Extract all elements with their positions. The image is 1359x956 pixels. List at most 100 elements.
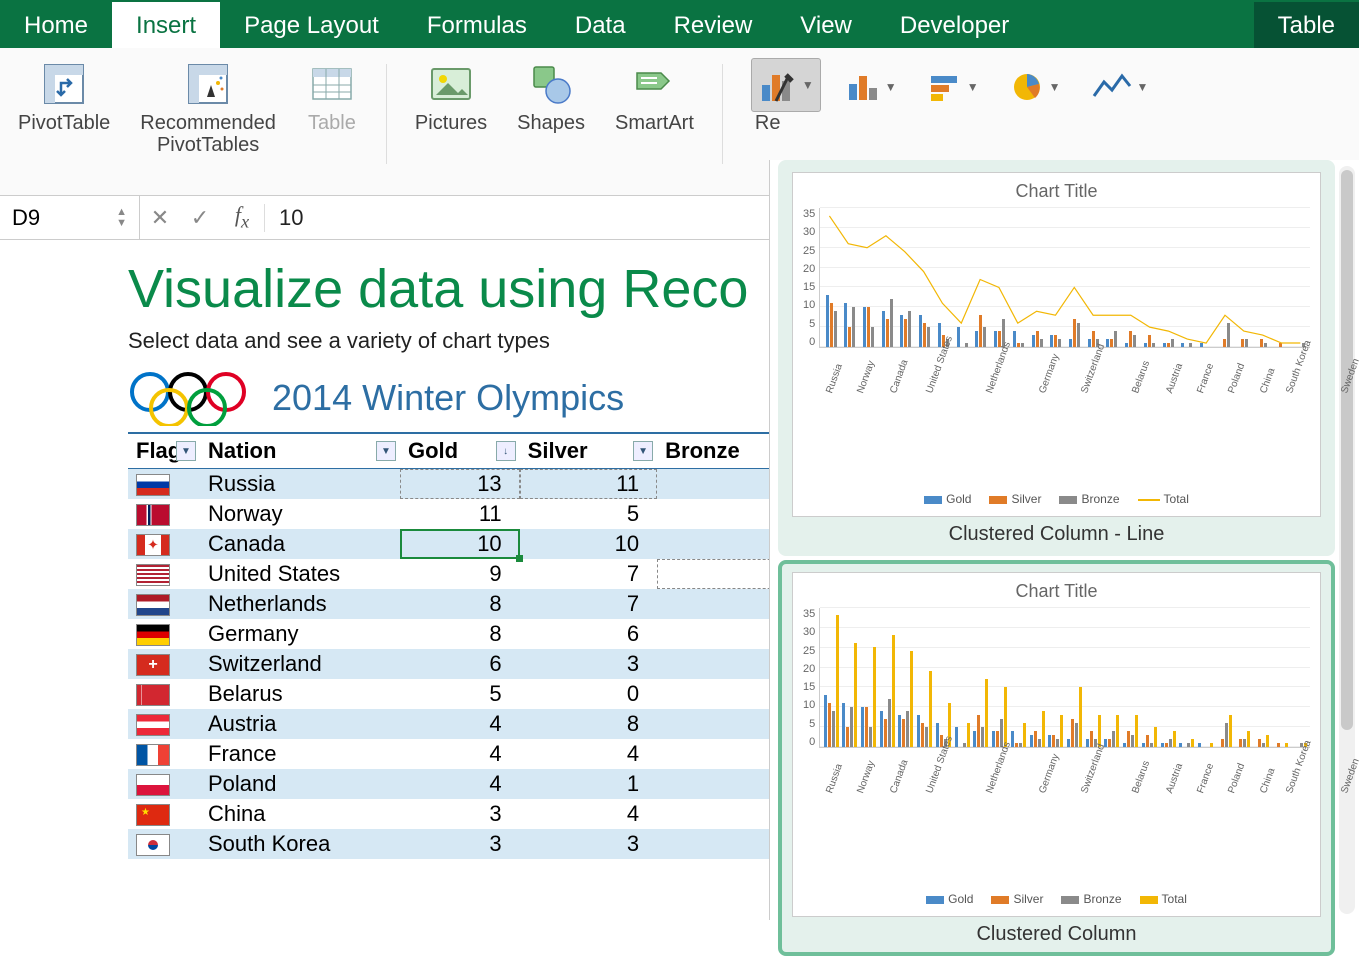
flag-cell [128, 469, 200, 500]
bar-chart-button[interactable]: ▼ [923, 66, 985, 108]
gold-cell[interactable]: 8 [400, 589, 520, 619]
table-button[interactable]: Table [300, 56, 364, 136]
flag-cell [128, 559, 200, 589]
recommended-charts-icon-button[interactable]: ▼ [751, 58, 821, 112]
gold-cell[interactable]: 3 [400, 799, 520, 829]
col-nation[interactable]: Nation▼ [200, 433, 400, 469]
name-box[interactable]: D9 ▲▼ [0, 196, 140, 239]
silver-cell[interactable]: 4 [520, 799, 657, 829]
gold-cell[interactable]: 4 [400, 709, 520, 739]
y-axis: 35302520151050 [803, 208, 819, 348]
x-axis-labels: RussiaNorwayCanadaUnited StatesNetherlan… [829, 378, 1310, 442]
fx-label[interactable]: fx [220, 202, 264, 232]
line-chart-button[interactable]: ▼ [1086, 66, 1154, 108]
silver-cell[interactable]: 7 [520, 589, 657, 619]
section-title: 2014 Winter Olympics [272, 377, 624, 419]
flag-cell [128, 679, 200, 709]
formula-input[interactable]: 10 [265, 205, 303, 231]
ribbon-tabs: HomeInsertPage LayoutFormulasDataReviewV… [0, 0, 1359, 48]
check-icon: ✓ [191, 205, 209, 230]
pictures-button[interactable]: Pictures [409, 56, 493, 136]
gold-cell[interactable]: 4 [400, 769, 520, 799]
nation-cell[interactable]: Austria [200, 709, 400, 739]
col-silver[interactable]: Silver▼ [520, 433, 657, 469]
cancel-formula-button[interactable]: ✕ [140, 205, 180, 231]
gold-cell[interactable]: 10 [400, 529, 520, 559]
shapes-button[interactable]: Shapes [511, 56, 591, 136]
gold-cell[interactable]: 9 [400, 559, 520, 589]
nation-cell[interactable]: Switzerland [200, 649, 400, 679]
silver-cell[interactable]: 10 [520, 529, 657, 559]
tab-insert[interactable]: Insert [112, 2, 220, 48]
tab-formulas[interactable]: Formulas [403, 2, 551, 48]
nation-cell[interactable]: Netherlands [200, 589, 400, 619]
silver-cell[interactable]: 1 [520, 769, 657, 799]
tab-home[interactable]: Home [0, 2, 112, 48]
separator [386, 64, 387, 164]
shapes-icon [525, 58, 577, 110]
tab-review[interactable]: Review [650, 2, 777, 48]
nation-cell[interactable]: South Korea [200, 829, 400, 859]
pie-chart-button[interactable]: ▼ [1005, 66, 1067, 108]
gold-cell[interactable]: 3 [400, 829, 520, 859]
chart-card-caption: Clustered Column [792, 917, 1321, 948]
chevron-down-icon: ▼ [1136, 80, 1148, 94]
chart-preview: Chart Title35302520151050RussiaNorwayCan… [792, 572, 1321, 917]
silver-cell[interactable]: 3 [520, 649, 657, 679]
filter-button[interactable]: ↓ [496, 441, 516, 461]
gold-cell[interactable]: 5 [400, 679, 520, 709]
chevron-down-icon: ▼ [802, 78, 814, 92]
gold-cell[interactable]: 6 [400, 649, 520, 679]
y-axis: 35302520151050 [803, 608, 819, 748]
recommended-charts-button[interactable]: ▼ Re ▼ ▼ ▼ ▼ [745, 56, 1160, 136]
silver-cell[interactable]: 7 [520, 559, 657, 589]
flag-cell [128, 589, 200, 619]
silver-cell[interactable]: 0 [520, 679, 657, 709]
name-box-stepper[interactable]: ▲▼ [116, 207, 127, 229]
pivottable-button[interactable]: PivotTable [12, 56, 116, 136]
nation-cell[interactable]: Germany [200, 619, 400, 649]
gold-cell[interactable]: 13 [400, 469, 520, 500]
plot-area [819, 608, 1310, 748]
accept-formula-button[interactable]: ✓ [180, 205, 220, 231]
scrollbar-thumb[interactable] [1341, 170, 1353, 730]
ribbon-label: Recommended PivotTables [140, 112, 276, 156]
nation-cell[interactable]: China [200, 799, 400, 829]
flag-cell: ✦ [128, 529, 200, 559]
silver-cell[interactable]: 3 [520, 829, 657, 859]
tab-view[interactable]: View [776, 2, 876, 48]
filter-button[interactable]: ▼ [633, 441, 653, 461]
nation-cell[interactable]: Canada [200, 529, 400, 559]
smartart-button[interactable]: SmartArt [609, 56, 700, 136]
silver-cell[interactable]: 8 [520, 709, 657, 739]
col-flag[interactable]: Flag▼ [128, 433, 200, 469]
filter-button[interactable]: ▼ [376, 441, 396, 461]
gold-cell[interactable]: 11 [400, 499, 520, 529]
nation-cell[interactable]: Belarus [200, 679, 400, 709]
flag-cell [128, 499, 200, 529]
nation-cell[interactable]: Norway [200, 499, 400, 529]
tab-developer[interactable]: Developer [876, 2, 1033, 48]
gold-cell[interactable]: 8 [400, 619, 520, 649]
flag-cell [128, 829, 200, 859]
chart-recommendation-card[interactable]: Chart Title 35302520151050 RussiaNorwayCan… [778, 160, 1335, 556]
silver-cell[interactable]: 4 [520, 739, 657, 769]
tab-data[interactable]: Data [551, 2, 650, 48]
column-chart-button[interactable]: ▼ [841, 66, 903, 108]
tab-page-layout[interactable]: Page Layout [220, 2, 403, 48]
chart-title: Chart Title [803, 181, 1310, 202]
recommended-pivottables-button[interactable]: Recommended PivotTables [134, 56, 282, 158]
tab-table-context[interactable]: Table [1254, 2, 1359, 48]
silver-cell[interactable]: 6 [520, 619, 657, 649]
nation-cell[interactable]: France [200, 739, 400, 769]
nation-cell[interactable]: Poland [200, 769, 400, 799]
silver-cell[interactable]: 11 [520, 469, 657, 500]
silver-cell[interactable]: 5 [520, 499, 657, 529]
gold-cell[interactable]: 4 [400, 739, 520, 769]
nation-cell[interactable]: United States [200, 559, 400, 589]
nation-cell[interactable]: Russia [200, 469, 400, 500]
chart-recommendation-card[interactable]: Chart Title35302520151050RussiaNorwayCan… [778, 560, 1335, 956]
recommended-charts-panel: Chart Title 35302520151050 RussiaNorwayCan… [769, 160, 1359, 920]
filter-button[interactable]: ▼ [176, 441, 196, 461]
col-gold[interactable]: Gold↓ [400, 433, 520, 469]
